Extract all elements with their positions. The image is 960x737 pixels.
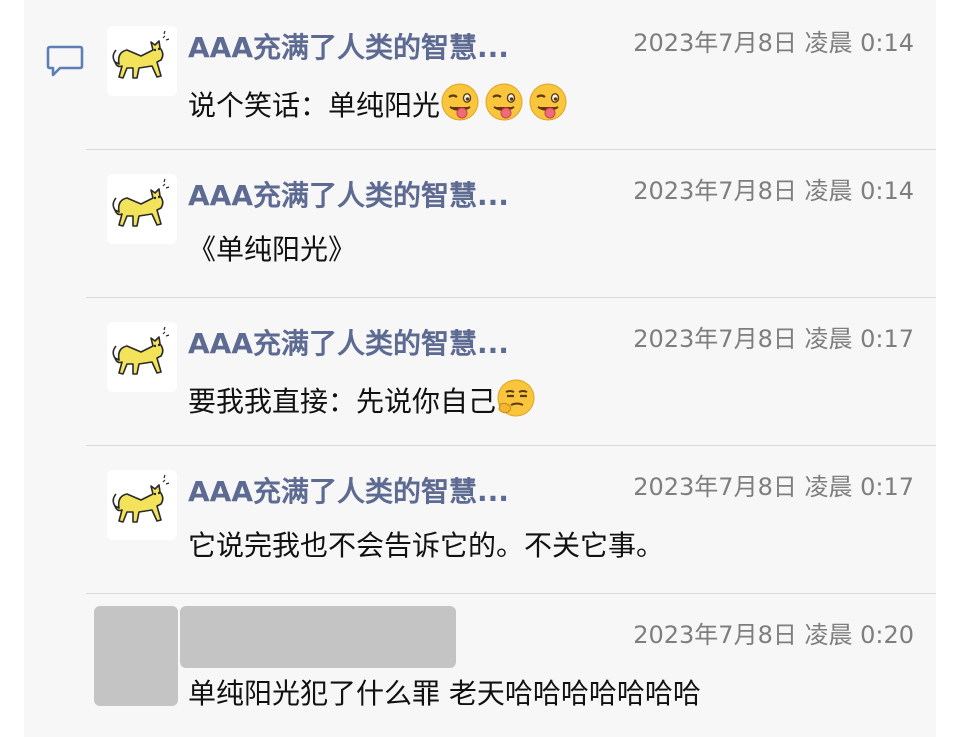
redacted-sender-name[interactable] [180,606,456,668]
message-divider [86,593,936,594]
winking-tongue-emoji [528,82,568,122]
sender-name[interactable]: AAA充满了人类的智慧... [188,327,588,361]
message-divider [86,445,936,446]
thinking-face-emoji [496,378,536,418]
message-text-body: 说个笑话：单纯阳光 [188,89,441,122]
message-text: 说个笑话：单纯阳光 [188,82,928,126]
winking-tongue-emoji [484,82,524,122]
yellow-cat-avatar [107,174,177,244]
message-text: 它说完我也不会告诉它的。不关它事。 [188,529,665,562]
message-divider [86,297,936,298]
timestamp: 2023年7月8日 凌晨 0:17 [633,325,914,353]
message-text-body: 要我我直接：先说你自己 [188,385,497,418]
comment-bubble-icon[interactable] [46,44,84,78]
yellow-cat-avatar [107,26,177,96]
avatar[interactable] [107,470,177,540]
yellow-cat-avatar [107,470,177,540]
avatar[interactable] [107,174,177,244]
avatar[interactable] [107,26,177,96]
timestamp: 2023年7月8日 凌晨 0:14 [633,29,914,57]
timestamp: 2023年7月8日 凌晨 0:17 [633,473,914,501]
message-text: 要我我直接：先说你自己 [188,378,928,422]
sender-name[interactable]: AAA充满了人类的智慧... [188,179,588,213]
sender-name[interactable]: AAA充满了人类的智慧... [188,31,588,65]
timestamp: 2023年7月8日 凌晨 0:20 [633,621,914,649]
message-text: 单纯阳光犯了什么罪 老天哈哈哈哈哈哈哈 [188,677,701,710]
message-divider [86,149,936,150]
winking-tongue-emoji [440,82,480,122]
avatar[interactable] [107,322,177,392]
message-text: 《单纯阳光》 [188,233,357,266]
yellow-cat-avatar [107,322,177,392]
redacted-avatar[interactable] [94,606,178,706]
sender-name[interactable]: AAA充满了人类的智慧... [188,475,588,509]
timestamp: 2023年7月8日 凌晨 0:14 [633,177,914,205]
